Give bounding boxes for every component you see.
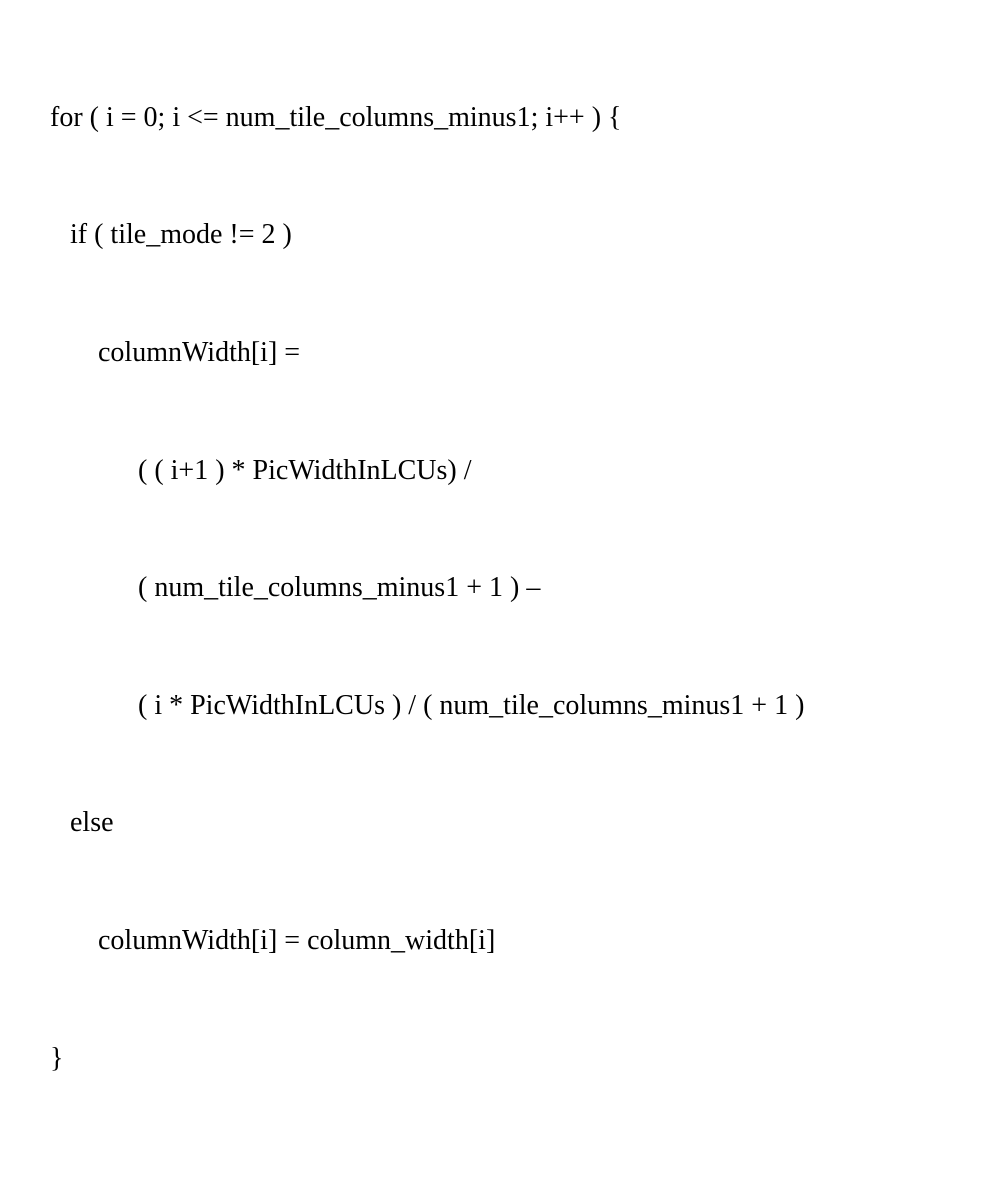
code-line-6: ( i * PicWidthInLCUs ) / ( num_tile_colu… xyxy=(50,677,969,736)
pseudocode-block: for ( i = 0; i <= num_tile_columns_minus… xyxy=(0,0,999,1177)
code-line-4: ( ( i+1 ) * PicWidthInLCUs) / xyxy=(50,442,969,501)
code-line-8: columnWidth[i] = column_width[i] xyxy=(50,912,969,971)
code-line-7: else xyxy=(50,794,969,853)
code-line-9: } xyxy=(50,1030,969,1089)
code-line-5: ( num_tile_columns_minus1 + 1 ) – xyxy=(50,559,969,618)
code-line-1: for ( i = 0; i <= num_tile_columns_minus… xyxy=(50,89,969,148)
code-line-3: columnWidth[i] = xyxy=(50,324,969,383)
code-line-2: if ( tile_mode != 2 ) xyxy=(50,206,969,265)
